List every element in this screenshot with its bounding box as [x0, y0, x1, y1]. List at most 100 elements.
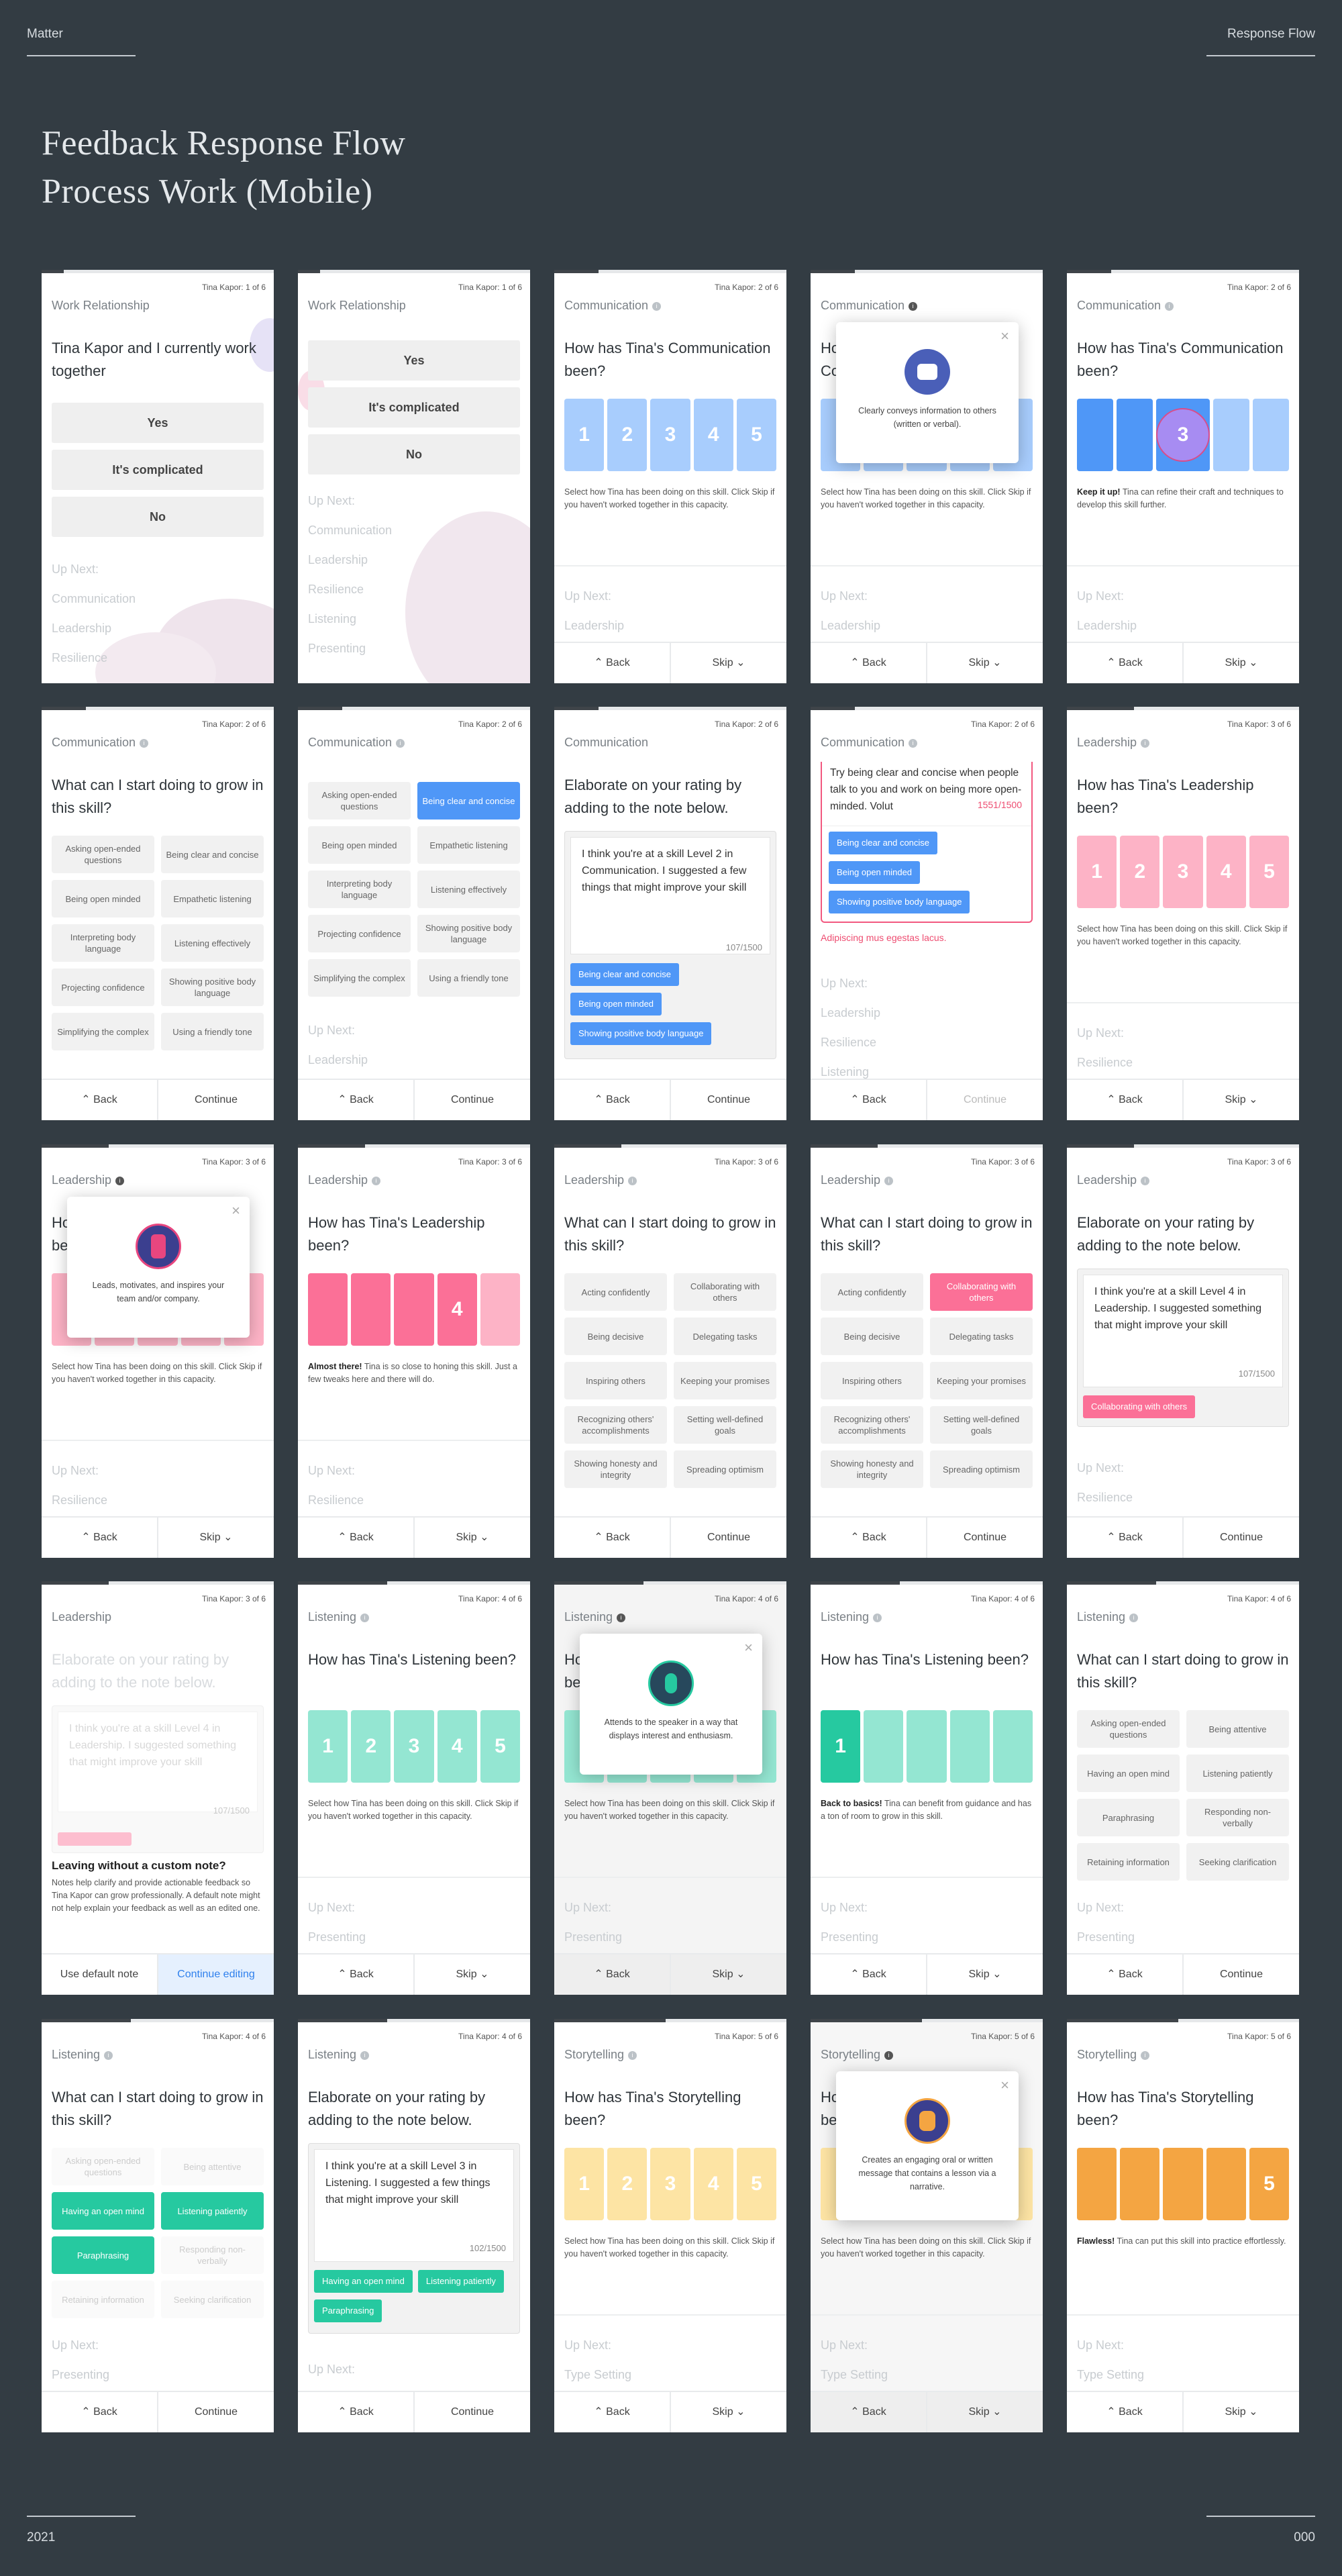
info-icon[interactable]: i	[1141, 1177, 1150, 1185]
rating-3[interactable]	[907, 1710, 947, 1783]
continue-editing-button[interactable]: Continue editing	[157, 1954, 274, 1995]
skill-chip[interactable]: Having an open mind	[1077, 1754, 1180, 1792]
rating-2[interactable]: 2	[1120, 836, 1160, 908]
back-button[interactable]: ⌃ Back	[298, 2392, 413, 2432]
skill-chip[interactable]: Listening effectively	[417, 871, 520, 908]
rating-4[interactable]	[1213, 399, 1249, 471]
info-icon[interactable]: i	[617, 1614, 626, 1622]
option-no[interactable]: No	[308, 434, 520, 475]
skill-chip[interactable]: Empathetic listening	[161, 880, 264, 918]
rating-2[interactable]	[864, 1710, 904, 1783]
skill-chip[interactable]: Being attentive	[1186, 1710, 1289, 1748]
rating-4[interactable]	[949, 1710, 990, 1783]
rating-4[interactable]: 4	[693, 399, 733, 471]
rating-3[interactable]: 3	[394, 1710, 434, 1783]
rating-4[interactable]	[1206, 2148, 1246, 2220]
rating-5[interactable]	[992, 1710, 1033, 1783]
skill-chip[interactable]: Showing positive body language	[417, 915, 520, 952]
skill-chip[interactable]: Seeking clarification	[1186, 1843, 1289, 1881]
rating-1[interactable]	[1077, 399, 1113, 471]
skill-chip[interactable]: Paraphrasing	[1077, 1799, 1180, 1836]
skill-chip[interactable]: Asking open-ended questions	[308, 782, 411, 820]
info-icon[interactable]: i	[1165, 302, 1174, 311]
skill-chip[interactable]: Simplifying the complex	[308, 959, 411, 997]
skill-chip[interactable]: Retaining information	[1077, 1843, 1180, 1881]
skill-chip[interactable]: Being open minded	[308, 826, 411, 864]
close-icon[interactable]: ×	[1000, 2077, 1009, 2094]
rating-4-selected[interactable]: 4	[437, 1273, 477, 1346]
back-button[interactable]: ⌃ Back	[554, 1518, 670, 1558]
skill-chip[interactable]: Acting confidently	[564, 1273, 667, 1311]
back-button[interactable]: ⌃ Back	[1067, 643, 1182, 683]
back-button[interactable]: ⌃ Back	[1067, 1518, 1182, 1558]
back-button[interactable]: ⌃ Back	[811, 1954, 926, 1995]
skill-chip-selected[interactable]: Paraphrasing	[52, 2236, 154, 2274]
back-button[interactable]: ⌃ Back	[1067, 1954, 1182, 1995]
rating-5-selected[interactable]: 5	[1249, 2148, 1290, 2220]
skip-button[interactable]: Skip ⌄	[413, 1954, 530, 1995]
option-yes[interactable]: Yes	[52, 403, 264, 443]
note-textarea[interactable]: I think you're at a skill Level 2 in Com…	[570, 837, 770, 954]
continue-button[interactable]: Continue	[157, 1080, 274, 1120]
back-button[interactable]: ⌃ Back	[554, 2392, 670, 2432]
skill-chip[interactable]: Recognizing others' accomplishments	[564, 1406, 667, 1444]
option-no[interactable]: No	[52, 497, 264, 537]
selected-tag[interactable]: Listening patiently	[417, 2270, 504, 2293]
skill-chip[interactable]: Listening effectively	[161, 924, 264, 962]
continue-button[interactable]: Continue	[670, 1080, 786, 1120]
skill-chip[interactable]: Responding non-verbally	[1186, 1799, 1289, 1836]
rating-2[interactable]: 2	[351, 1710, 391, 1783]
continue-button[interactable]: Continue	[1182, 1518, 1299, 1558]
info-icon[interactable]: i	[104, 2051, 113, 2060]
rating-1[interactable]	[308, 1273, 348, 1346]
close-icon[interactable]: ×	[231, 1202, 240, 1220]
rating-4[interactable]: 4	[437, 1710, 477, 1783]
rating-3[interactable]	[1163, 2148, 1203, 2220]
info-icon[interactable]: i	[1141, 2051, 1150, 2060]
close-icon[interactable]: ×	[744, 1639, 753, 1656]
rating-5[interactable]: 5	[736, 2148, 777, 2220]
rating-1[interactable]	[1077, 2148, 1117, 2220]
skill-chip[interactable]: Inspiring others	[821, 1362, 923, 1399]
back-button[interactable]: ⌃ Back	[1067, 2392, 1182, 2432]
rating-3[interactable]: 3	[650, 399, 690, 471]
info-icon[interactable]: i	[396, 739, 405, 748]
info-icon[interactable]: i	[909, 739, 918, 748]
info-icon[interactable]: i	[628, 1177, 637, 1185]
back-button[interactable]: ⌃ Back	[298, 1954, 413, 1995]
back-button[interactable]: ⌃ Back	[811, 1518, 926, 1558]
continue-button[interactable]: Continue	[413, 2392, 530, 2432]
rating-5[interactable]: 5	[480, 1710, 521, 1783]
continue-button[interactable]: Continue	[1182, 1954, 1299, 1995]
info-icon[interactable]: i	[372, 1177, 381, 1185]
info-icon[interactable]: i	[115, 1177, 125, 1185]
use-default-note-button[interactable]: Use default note	[42, 1954, 157, 1995]
skip-button[interactable]: Skip ⌄	[1182, 2392, 1299, 2432]
info-icon[interactable]: i	[140, 739, 149, 748]
continue-button[interactable]: Continue	[157, 2392, 274, 2432]
continue-button-disabled[interactable]: Continue	[926, 1080, 1043, 1120]
skill-chip[interactable]: Keeping your promises	[930, 1362, 1033, 1399]
skill-chip-selected[interactable]: Having an open mind	[52, 2192, 154, 2230]
skill-chip[interactable]: Setting well-defined goals	[930, 1406, 1033, 1444]
skill-chip[interactable]: Inspiring others	[564, 1362, 667, 1399]
skill-chip[interactable]: Being decisive	[821, 1318, 923, 1355]
skill-chip[interactable]: Projecting confidence	[52, 969, 154, 1006]
rating-3[interactable]	[394, 1273, 434, 1346]
skill-chip[interactable]: Spreading optimism	[930, 1450, 1033, 1488]
info-icon[interactable]: i	[873, 1614, 882, 1622]
skill-chip[interactable]: Being clear and concise	[161, 836, 264, 873]
rating-1[interactable]: 1	[564, 399, 605, 471]
back-button[interactable]: ⌃ Back	[42, 1080, 157, 1120]
rating-1[interactable]: 1	[308, 1710, 348, 1783]
skill-chip[interactable]: Delegating tasks	[674, 1318, 776, 1355]
skip-button[interactable]: Skip ⌄	[1182, 1080, 1299, 1120]
selected-tag[interactable]: Being clear and concise	[570, 963, 680, 986]
skill-chip[interactable]: Collaborating with others	[674, 1273, 776, 1311]
back-button[interactable]: ⌃ Back	[298, 1080, 413, 1120]
skill-chip[interactable]: Acting confidently	[821, 1273, 923, 1311]
skip-button[interactable]: Skip ⌄	[1182, 643, 1299, 683]
continue-button[interactable]: Continue	[670, 1518, 786, 1558]
selected-tag[interactable]: Showing positive body language	[570, 1022, 712, 1045]
skip-button[interactable]: Skip ⌄	[670, 643, 786, 683]
